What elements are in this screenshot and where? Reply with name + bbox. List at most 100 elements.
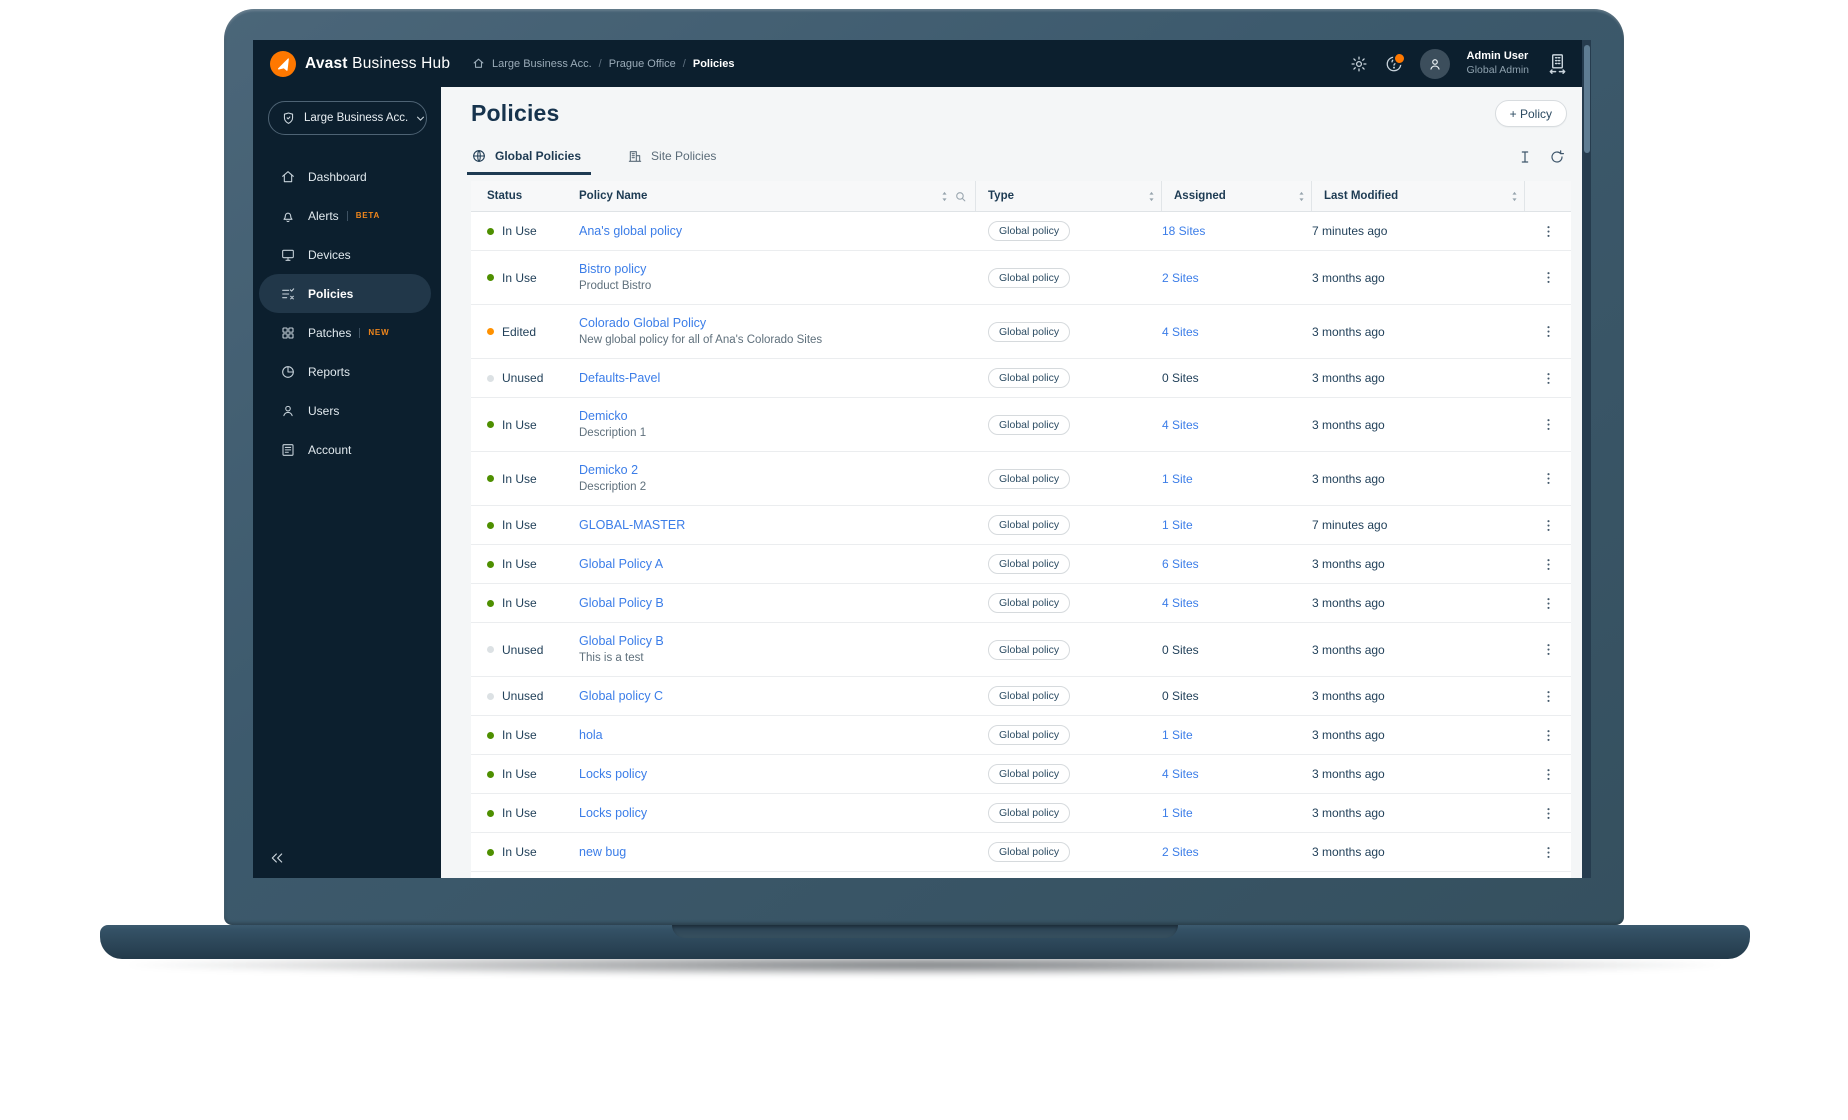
kebab-menu-icon[interactable] (1541, 689, 1556, 704)
kebab-menu-icon[interactable] (1541, 596, 1556, 611)
actions-cell (1525, 417, 1571, 432)
assigned-sites-link[interactable]: 4 Sites (1162, 767, 1199, 781)
assigned-cell: 0 Sites (1162, 371, 1312, 385)
sidebar-item-reports[interactable]: Reports (259, 352, 431, 391)
kebab-menu-icon[interactable] (1541, 806, 1556, 821)
status-label: In Use (502, 557, 537, 571)
assigned-sites-link[interactable]: 1 Site (1162, 806, 1193, 820)
sidebar-item-users[interactable]: Users (259, 391, 431, 430)
policy-name-cell: Demicko Description 1 (579, 408, 976, 442)
policy-name-link[interactable]: Global Policy A (579, 557, 663, 571)
avast-logo-icon (270, 50, 296, 77)
assigned-sites-link[interactable]: 2 Sites (1162, 271, 1199, 285)
sidebar-item-dashboard[interactable]: Dashboard (259, 157, 431, 196)
status-dot (487, 599, 494, 607)
settings-gear-icon[interactable] (1350, 55, 1368, 73)
user-avatar[interactable] (1419, 48, 1450, 79)
kebab-menu-icon[interactable] (1541, 417, 1556, 432)
last-modified: 3 months ago (1312, 845, 1385, 859)
last-modified: 7 minutes ago (1312, 224, 1388, 238)
column-select-icon[interactable] (1517, 149, 1533, 165)
status-dot (487, 809, 494, 817)
breadcrumb-separator: / (682, 57, 686, 70)
laptop-notch (672, 925, 1178, 938)
sidebar-collapse-icon[interactable] (269, 850, 285, 866)
breadcrumb-item: Policies (692, 57, 735, 70)
breadcrumb-item[interactable]: Prague Office (609, 58, 676, 70)
policy-type-badge: Global policy (988, 468, 1071, 489)
scrollbar-thumb[interactable] (1583, 45, 1590, 153)
assigned-sites-link[interactable]: 4 Sites (1162, 596, 1199, 610)
actions-cell (1525, 270, 1571, 285)
assigned-sites-link[interactable]: 18 Sites (1162, 224, 1205, 238)
status-label: Unused (502, 371, 544, 385)
policy-name-link[interactable]: Bistro policy (579, 262, 646, 276)
policy-name-link[interactable]: Ana's global policy (579, 224, 682, 238)
assigned-sites-link[interactable]: 6 Sites (1162, 557, 1199, 571)
sort-icon[interactable] (1296, 190, 1307, 203)
tab-global-policies[interactable]: Global Policies (466, 148, 592, 175)
table-row: In Use Bistro policy Product Bistro Glob… (471, 251, 1571, 305)
policy-name-link[interactable]: Global policy C (579, 689, 663, 703)
policy-name-link[interactable]: Colorado Global Policy (579, 316, 706, 330)
add-policy-button[interactable]: + Policy (1494, 100, 1567, 127)
type-cell: Global policy (976, 725, 1162, 745)
sidebar-item-patches[interactable]: Patches NEW (259, 313, 431, 352)
policy-name-link[interactable]: Demicko (579, 409, 628, 423)
sidebar-item-alerts[interactable]: Alerts BETA (259, 196, 431, 235)
assigned-sites-link[interactable]: 4 Sites (1162, 325, 1199, 339)
policy-name-link[interactable]: Global Policy B (579, 634, 664, 648)
kebab-menu-icon[interactable] (1541, 224, 1556, 239)
policy-name-link[interactable]: Demicko 2 (579, 463, 638, 477)
status-label: In Use (502, 728, 537, 742)
kebab-menu-icon[interactable] (1541, 557, 1556, 572)
assigned-sites-link[interactable]: 4 Sites (1162, 418, 1199, 432)
assigned-sites-link[interactable]: 1 Site (1162, 728, 1193, 742)
kebab-menu-icon[interactable] (1541, 371, 1556, 386)
tab-site-policies[interactable]: Site Policies (627, 148, 716, 166)
company-switcher-icon[interactable] (1546, 52, 1569, 75)
chevron-down-icon (414, 112, 427, 125)
scrollbar-track[interactable] (1582, 40, 1591, 878)
home-breadcrumb-icon[interactable] (472, 57, 485, 70)
policy-name-link[interactable]: Defaults-Pavel (579, 371, 660, 385)
policy-name-link[interactable]: new bug (579, 845, 626, 859)
table-row: In Use Global Policy A Global policy 6 S… (471, 545, 1571, 584)
policy-name-link[interactable]: Global Policy B (579, 596, 664, 610)
kebab-menu-icon[interactable] (1541, 767, 1556, 782)
kebab-menu-icon[interactable] (1541, 642, 1556, 657)
account-selector[interactable]: Large Business Acc. (268, 101, 427, 135)
status-cell: In Use (487, 767, 579, 781)
sidebar-item-account[interactable]: Account (259, 430, 431, 469)
kebab-menu-icon[interactable] (1541, 728, 1556, 743)
sort-icon[interactable] (1146, 190, 1157, 203)
type-cell: Global policy (976, 468, 1162, 489)
column-header-assigned: Assigned (1162, 181, 1312, 211)
assigned-sites-link[interactable]: 2 Sites (1162, 845, 1199, 859)
patches-icon (280, 325, 296, 341)
sidebar-item-policies[interactable]: Policies (259, 274, 431, 313)
help-icon[interactable] (1385, 51, 1406, 73)
table-row: In Use Ana's global policy Global policy… (471, 212, 1571, 251)
kebab-menu-icon[interactable] (1541, 270, 1556, 285)
type-cell: Global policy (976, 554, 1162, 574)
kebab-menu-icon[interactable] (1541, 518, 1556, 533)
assigned-sites-link[interactable]: 1 Site (1162, 472, 1193, 486)
kebab-menu-icon[interactable] (1541, 471, 1556, 486)
policy-type-badge: Global policy (988, 686, 1071, 706)
assigned-sites-link[interactable]: 1 Site (1162, 518, 1193, 532)
sidebar-item-devices[interactable]: Devices (259, 235, 431, 274)
sort-icon[interactable] (939, 190, 950, 203)
policy-name-link[interactable]: hola (579, 728, 603, 742)
policy-name-link[interactable]: Locks policy (579, 806, 647, 820)
refresh-icon[interactable] (1549, 149, 1565, 165)
laptop-screen: Avast Business Hub Large Business Acc. / P… (253, 40, 1591, 878)
search-icon[interactable] (954, 190, 967, 203)
breadcrumb-item[interactable]: Large Business Acc. (492, 58, 592, 70)
kebab-menu-icon[interactable] (1541, 845, 1556, 860)
policy-name-link[interactable]: GLOBAL-MASTER (579, 518, 685, 532)
kebab-menu-icon[interactable] (1541, 324, 1556, 339)
actions-cell (1525, 224, 1571, 239)
policy-name-link[interactable]: Locks policy (579, 767, 647, 781)
sort-icon[interactable] (1509, 190, 1520, 203)
